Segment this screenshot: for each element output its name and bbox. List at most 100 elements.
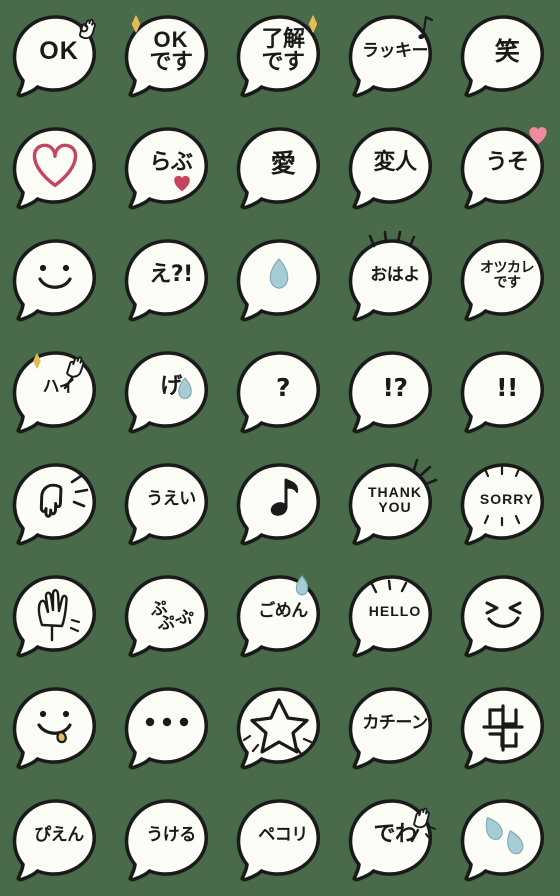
speech-balloon-warai: 笑 [458,10,550,102]
emoji-cell-ohayo[interactable]: おはよ [336,224,448,336]
balloon-shape [236,575,321,658]
speech-balloon-dewa: でわ [346,794,438,886]
balloon-shape [236,351,321,434]
balloon-shape [236,463,321,546]
emoji-cell-ai[interactable]: 愛 [224,112,336,224]
emoji-cell-question[interactable]: ? [224,336,336,448]
emoji-cell-lucky[interactable]: ラッキー [336,0,448,112]
emoji-cell-sorry[interactable]: SORRY [448,448,560,560]
emoji-cell-grin-squint[interactable] [448,560,560,672]
emoji-cell-anger-mark[interactable] [448,672,560,784]
emoji-cell-pien[interactable]: ぴえん [0,784,112,896]
speech-balloon-otsukare-desu: オツカレ です [458,234,550,326]
speech-balloon-pupupu: ぷぷぷ [122,570,214,662]
emoji-cell-hello[interactable]: HELLO [336,560,448,672]
speech-balloon-ukeru: うける [122,794,214,886]
emoji-cell-star[interactable] [224,672,336,784]
emoji-cell-ryoukai-desu[interactable]: 了解 です [224,0,336,112]
speech-balloon-kachiin: カチーン [346,682,438,774]
emoji-cell-uso[interactable]: うそ [448,112,560,224]
balloon-shape [12,575,97,658]
emoji-cell-uei[interactable]: うえい [112,448,224,560]
emoji-cell-thumbs-up[interactable] [0,448,112,560]
balloon-shape [460,127,547,210]
speech-balloon-pien: ぴえん [10,794,102,886]
emoji-cell-pekori[interactable]: ペコリ [224,784,336,896]
speech-balloon-sorry: SORRY [458,458,550,550]
balloon-shape [12,799,97,882]
balloon-shape [236,15,321,98]
emoji-cell-pupupu[interactable]: ぷぷぷ [112,560,224,672]
balloon-shape [348,575,433,658]
speech-balloon-raised-hand [10,570,102,662]
balloon-shape [236,687,321,770]
speech-balloon-heart-big [10,122,102,214]
speech-balloon-lucky: ラッキー [346,10,438,102]
balloon-shape [12,351,97,434]
balloon-shape [348,458,438,546]
emoji-cell-dots[interactable] [112,672,224,784]
emoji-cell-teardrop[interactable] [224,224,336,336]
speech-balloon-thumbs-up [10,458,102,550]
balloon-shape [348,351,433,434]
balloon-shape [236,799,321,882]
speech-balloon-double-bang: !! [458,346,550,438]
emoji-cell-tongue-out[interactable] [0,672,112,784]
speech-balloon-ok-hand: OK [10,10,102,102]
balloon-shape [348,15,434,98]
balloon-shape [12,15,97,98]
balloon-shape [236,127,321,210]
emoji-cell-warai[interactable]: 笑 [448,0,560,112]
emoji-cell-otsukare-desu[interactable]: オツカレ です [448,224,560,336]
emoji-cell-music-note[interactable] [224,448,336,560]
balloon-shape [124,351,209,434]
balloon-shape [12,463,97,546]
emoji-cell-smile[interactable] [0,224,112,336]
emoji-cell-gomen[interactable]: ごめん [224,560,336,672]
speech-balloon-ge: げ [122,346,214,438]
speech-balloon-grin-squint [458,570,550,662]
emoji-cell-ge[interactable]: げ [112,336,224,448]
speech-balloon-dots [122,682,214,774]
emoji-cell-thank-you[interactable]: THANK YOU [336,448,448,560]
balloon-shape [460,575,545,658]
balloon-shape [460,687,545,770]
speech-balloon-tongue-out [10,682,102,774]
emoji-cell-heart-big[interactable] [0,112,112,224]
emoji-cell-e-interro[interactable]: え?! [112,224,224,336]
speech-balloon-hai: ハイ [10,346,102,438]
emoji-cell-hai[interactable]: ハイ [0,336,112,448]
balloon-shape [124,15,209,98]
emoji-cell-dewa[interactable]: でわ [336,784,448,896]
balloon-shape [460,239,545,322]
emoji-cell-ukeru[interactable]: うける [112,784,224,896]
balloon-shape [460,463,545,546]
balloon-shape [12,687,97,770]
emoji-cell-ok-desu[interactable]: OK です [112,0,224,112]
balloon-shape [12,239,97,322]
speech-balloon-teardrop [234,234,326,326]
speech-balloon-pekori: ペコリ [234,794,326,886]
speech-balloon-gomen: ごめん [234,570,326,662]
balloon-shape [124,687,209,770]
speech-balloon-ok-desu: OK です [122,10,214,102]
emoji-cell-kachiin[interactable]: カチーン [336,672,448,784]
balloon-shape [460,15,545,98]
speech-balloon-thank-you: THANK YOU [346,458,438,550]
emoji-cell-henjin[interactable]: 変人 [336,112,448,224]
emoji-cell-double-bang[interactable]: !! [448,336,560,448]
speech-balloon-smile [10,234,102,326]
emoji-cell-ok-hand[interactable]: OK [0,0,112,112]
emoji-cell-two-drops[interactable] [448,784,560,896]
speech-balloon-henjin: 変人 [346,122,438,214]
balloon-shape [236,239,321,322]
emoji-cell-interrobang[interactable]: !? [336,336,448,448]
speech-balloon-love: らぶ [122,122,214,214]
emoji-sticker-grid: OK OK です 了解 です ラッキー笑らぶ愛変人 うそえ?! おはよ オツカレ ですハイげ?!?… [0,0,560,896]
emoji-cell-love[interactable]: らぶ [112,112,224,224]
speech-balloon-uso: うそ [458,122,550,214]
balloon-shape [124,239,209,322]
speech-balloon-hello: HELLO [346,570,438,662]
emoji-cell-raised-hand[interactable] [0,560,112,672]
speech-balloon-two-drops [458,794,550,886]
